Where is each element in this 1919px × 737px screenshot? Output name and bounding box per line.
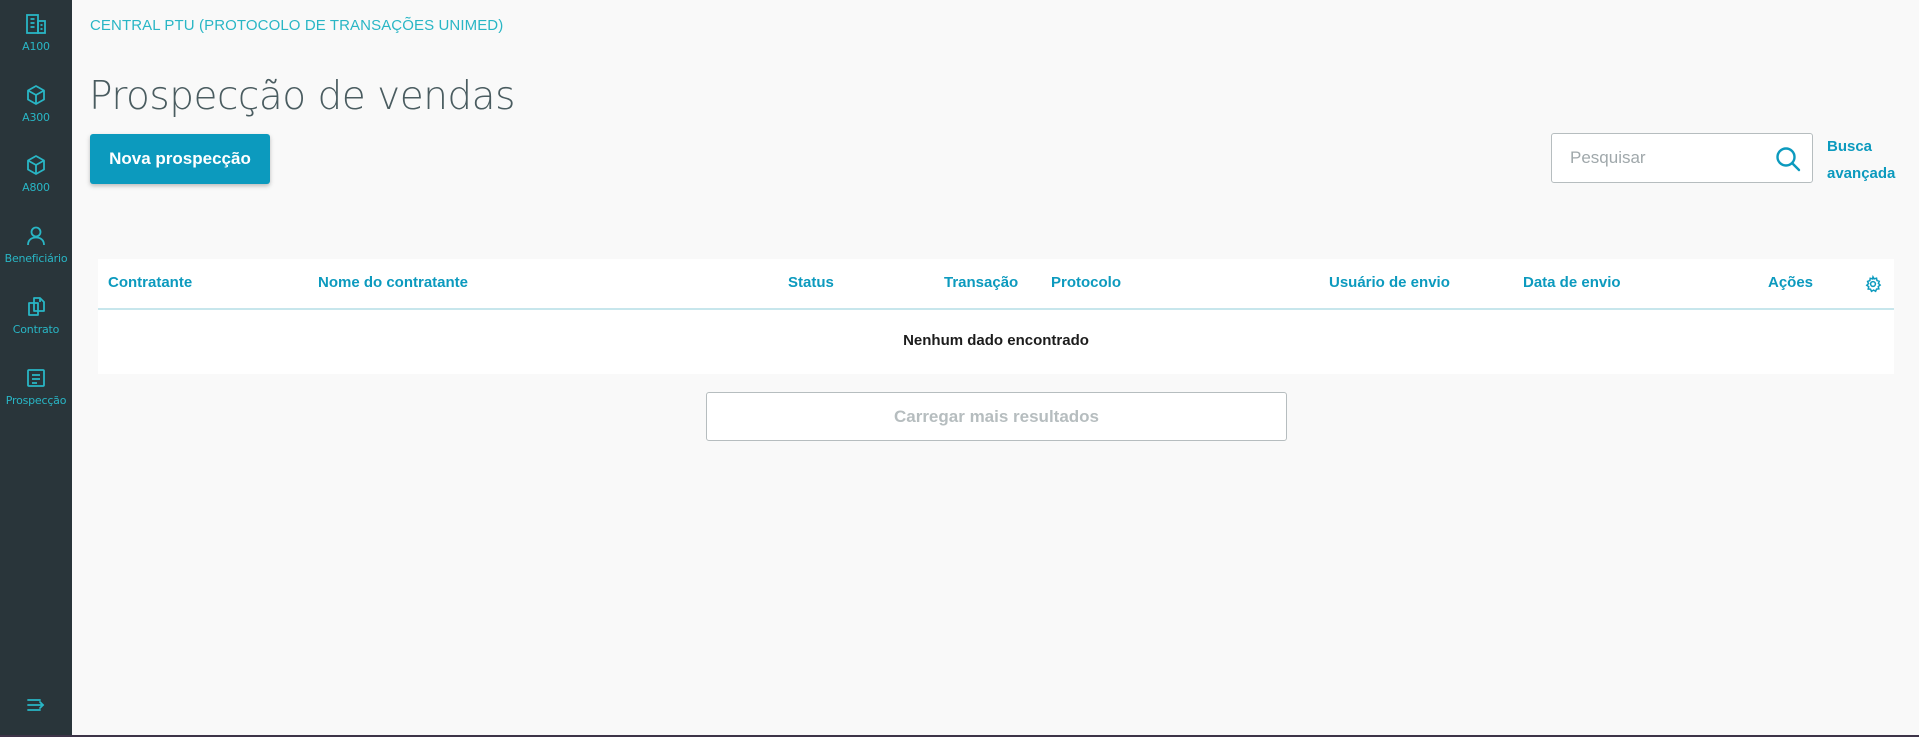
load-more-button[interactable]: Carregar mais resultados: [706, 392, 1287, 441]
sidebar-item-label: Contrato: [12, 323, 60, 336]
documents-icon: [28, 297, 45, 316]
collapse-menu-icon[interactable]: [24, 693, 48, 717]
cube-icon: [27, 155, 45, 175]
sidebar-item-a300[interactable]: A300: [0, 71, 72, 142]
sidebar-item-label: A300: [22, 111, 50, 124]
page-title: Prospecção de vendas: [89, 74, 515, 119]
building-icon: [26, 14, 46, 34]
column-header-acoes: Ações: [1768, 274, 1814, 291]
sidebar-item-a800[interactable]: A800: [0, 141, 72, 212]
sidebar-item-a100[interactable]: A100: [0, 0, 72, 71]
table-header: Contratante Nome do contratante Status T…: [98, 259, 1894, 310]
sidebar-item-label: A100: [22, 40, 50, 53]
sidebar: A100 A300 A800 Beneficiário Contrato Pro…: [0, 0, 72, 737]
gear-icon[interactable]: [1864, 275, 1882, 293]
search-input[interactable]: [1552, 134, 1762, 182]
column-header-nome-contratante[interactable]: Nome do contratante: [318, 274, 468, 291]
sidebar-item-label: Prospecção: [5, 394, 67, 407]
new-prospection-button[interactable]: Nova prospecção: [90, 134, 270, 184]
column-header-data-envio[interactable]: Data de envio: [1523, 274, 1621, 291]
sidebar-item-label: Beneficiário: [4, 252, 68, 265]
prospection-table: Contratante Nome do contratante Status T…: [98, 259, 1894, 374]
column-header-contratante[interactable]: Contratante: [108, 274, 192, 291]
column-header-protocolo[interactable]: Protocolo: [1051, 274, 1121, 291]
user-icon: [27, 226, 45, 246]
column-header-transacao[interactable]: Transação: [944, 274, 1018, 291]
search-icon[interactable]: [1774, 145, 1802, 173]
main-content: CENTRAL PTU (PROTOCOLO DE TRANSAÇÕES UNI…: [72, 0, 1919, 737]
advanced-search-label-line1: Busca: [1827, 138, 1873, 155]
column-header-status[interactable]: Status: [788, 274, 834, 291]
column-header-usuario-envio[interactable]: Usuário de envio: [1329, 274, 1450, 291]
advanced-search-label-line2: avançada: [1827, 165, 1896, 182]
receipt-icon: [27, 369, 45, 387]
sidebar-item-prospeccao[interactable]: Prospecção: [0, 354, 72, 425]
cube-icon: [27, 85, 45, 105]
advanced-search-link[interactable]: Busca avançada: [1827, 133, 1907, 187]
empty-table-message: Nenhum dado encontrado: [903, 332, 1089, 349]
sidebar-item-contrato[interactable]: Contrato: [0, 283, 72, 354]
breadcrumb[interactable]: CENTRAL PTU (PROTOCOLO DE TRANSAÇÕES UNI…: [90, 17, 503, 34]
search-box: [1551, 133, 1813, 183]
sidebar-item-label: A800: [22, 181, 50, 194]
sidebar-item-beneficiario[interactable]: Beneficiário: [0, 212, 72, 283]
